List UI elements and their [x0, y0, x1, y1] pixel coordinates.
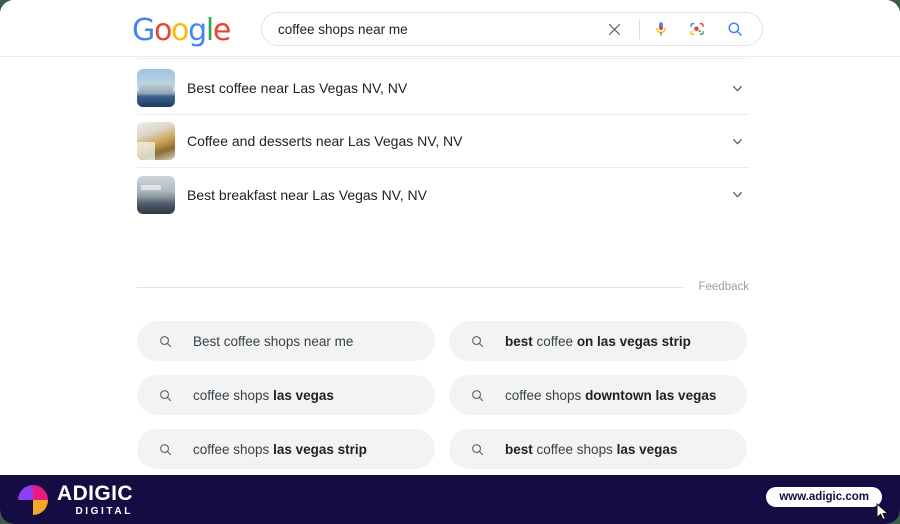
brand-wordmark: ADIGIC DIGITAL — [57, 483, 133, 517]
related-searches-list: Best coffee near Las Vegas NV, NV Coffee… — [137, 62, 749, 221]
suggestion-label: coffee shops las vegas strip — [193, 441, 367, 457]
search-icon — [157, 441, 173, 457]
suggestion-label: best coffee on las vegas strip — [505, 333, 691, 349]
browser-page: Google coffee shops near me Best coffee … — [0, 0, 900, 524]
google-lens-icon[interactable] — [684, 16, 710, 42]
suggestion-label: coffee shops las vegas — [193, 387, 334, 403]
list-item[interactable]: coffee shops downtown las vegas — [449, 375, 747, 415]
related-search-label: Coffee and desserts near Las Vegas NV, N… — [187, 133, 463, 149]
brand-lockup: ADIGIC DIGITAL — [18, 483, 133, 517]
suggestion-label: best coffee shops las vegas — [505, 441, 678, 457]
close-icon[interactable] — [601, 16, 627, 42]
breakfast-diner-storefront-photo — [137, 175, 175, 214]
content-top-divider — [137, 58, 749, 59]
microphone-icon[interactable] — [648, 16, 674, 42]
website-url-pill[interactable]: www.adigic.com — [766, 487, 882, 507]
list-item[interactable]: best coffee on las vegas strip — [449, 321, 747, 361]
related-search-label: Best breakfast near Las Vegas NV, NV — [187, 186, 427, 203]
brand-name: ADIGIC — [57, 481, 133, 505]
table-row[interactable]: Best coffee near Las Vegas NV, NV — [137, 62, 749, 115]
search-header: Google — [0, 0, 900, 57]
table-row[interactable]: Best breakfast near Las Vegas NV, NV — [137, 168, 749, 221]
feedback-link[interactable]: Feedback — [698, 281, 749, 293]
cafe-interior-photo — [137, 122, 175, 160]
feedback-row: Feedback — [137, 281, 749, 293]
search-icon[interactable] — [722, 16, 748, 42]
search-icon — [469, 333, 485, 349]
table-row[interactable]: Coffee and desserts near Las Vegas NV, N… — [137, 115, 749, 168]
suggestion-label: coffee shops downtown las vegas — [505, 387, 717, 403]
list-item[interactable]: coffee shops las vegas strip — [137, 429, 435, 469]
chevron-down-icon[interactable] — [725, 129, 749, 153]
search-input[interactable] — [278, 21, 601, 37]
chevron-down-icon[interactable] — [725, 183, 749, 207]
suggestion-label: Best coffee shops near me — [193, 333, 354, 349]
list-item[interactable]: Best coffee shops near me — [137, 321, 435, 361]
list-item[interactable]: best coffee shops las vegas — [449, 429, 747, 469]
search-icon — [157, 387, 173, 403]
mouse-pointer-icon — [876, 502, 890, 521]
brand-subtitle: DIGITAL — [75, 505, 133, 517]
chevron-down-icon[interactable] — [725, 76, 749, 100]
search-bar[interactable] — [261, 12, 763, 46]
divider — [137, 286, 685, 288]
adigic-logo-icon — [18, 484, 48, 515]
brand-footer: ADIGIC DIGITAL www.adigic.com — [0, 475, 900, 524]
search-icon — [157, 333, 173, 349]
related-search-label: Best coffee near Las Vegas NV, NV — [187, 80, 408, 96]
search-icon — [469, 441, 485, 457]
list-item[interactable]: coffee shops las vegas — [137, 375, 435, 415]
results-content: Best coffee near Las Vegas NV, NV Coffee… — [0, 58, 900, 524]
google-logo[interactable]: Google — [132, 16, 231, 46]
search-icon — [469, 387, 485, 403]
search-divider — [639, 19, 640, 39]
coffee-shop-exterior-photo — [137, 69, 175, 107]
